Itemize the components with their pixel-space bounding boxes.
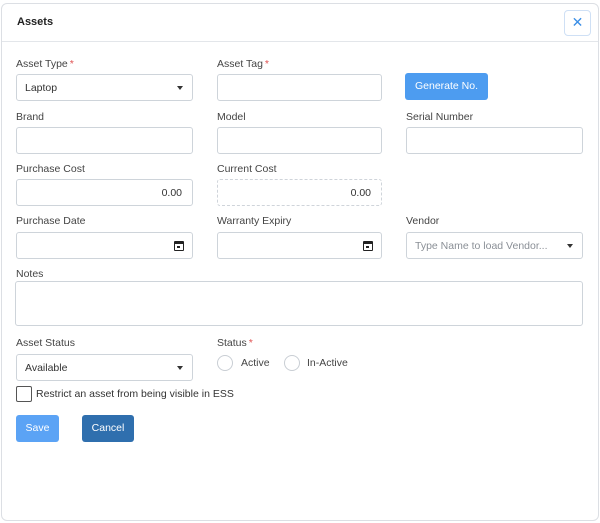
chevron-down-icon — [177, 86, 183, 90]
notes-textarea[interactable] — [15, 281, 583, 326]
asset-tag-label: Asset Tag * — [217, 58, 270, 70]
model-label: Model — [217, 111, 246, 123]
purchase-cost-value: 0.00 — [161, 187, 182, 199]
calendar-icon[interactable] — [363, 241, 373, 251]
warranty-expiry-label: Warranty Expiry — [217, 215, 292, 227]
asset-type-label: Asset Type * — [16, 58, 74, 70]
chevron-down-icon — [177, 366, 183, 370]
warranty-expiry-input[interactable] — [217, 232, 382, 259]
generate-number-button[interactable]: Generate No. — [405, 73, 488, 100]
purchase-date-label: Purchase Date — [16, 215, 86, 227]
purchase-cost-label: Purchase Cost — [16, 163, 85, 175]
cancel-button[interactable]: Cancel — [82, 415, 134, 442]
status-active-radio[interactable] — [217, 355, 233, 371]
current-cost-value: 0.00 — [350, 187, 371, 199]
brand-label: Brand — [16, 111, 45, 123]
vendor-label: Vendor — [406, 215, 440, 227]
current-cost-label: Current Cost — [217, 163, 277, 175]
asset-tag-input[interactable] — [217, 74, 382, 101]
asset-type-value: Laptop — [25, 82, 58, 94]
status-active-label[interactable]: Active — [241, 357, 270, 369]
current-cost-field: 0.00 — [217, 179, 382, 206]
modal-header: Assets ✕ — [2, 4, 598, 42]
required-marker: * — [248, 337, 253, 349]
model-input[interactable] — [217, 127, 382, 154]
chevron-down-icon — [567, 244, 573, 248]
purchase-cost-input[interactable]: 0.00 — [16, 179, 193, 206]
notes-label: Notes — [16, 268, 44, 280]
close-icon: ✕ — [571, 14, 584, 30]
status-label: Status * — [217, 337, 253, 349]
restrict-ess-label[interactable]: Restrict an asset from being visible in … — [36, 388, 234, 400]
asset-status-value: Available — [25, 362, 68, 374]
asset-status-select[interactable]: Available — [16, 354, 193, 381]
restrict-ess-checkbox[interactable] — [16, 386, 32, 402]
asset-status-label: Asset Status — [16, 337, 75, 349]
required-marker: * — [264, 58, 270, 70]
calendar-icon[interactable] — [174, 241, 184, 251]
brand-input[interactable] — [16, 127, 193, 154]
close-button[interactable]: ✕ — [564, 10, 591, 36]
vendor-placeholder: Type Name to load Vendor... — [415, 240, 548, 252]
save-button[interactable]: Save — [16, 415, 59, 442]
vendor-select[interactable]: Type Name to load Vendor... — [406, 232, 583, 259]
asset-type-select[interactable]: Laptop — [16, 74, 193, 101]
status-inactive-radio[interactable] — [284, 355, 300, 371]
serial-number-label: Serial Number — [406, 111, 474, 123]
purchase-date-input[interactable] — [16, 232, 193, 259]
modal-title: Assets — [17, 16, 54, 28]
required-marker: * — [69, 58, 74, 70]
status-inactive-label[interactable]: In-Active — [307, 357, 348, 369]
serial-number-input[interactable] — [406, 127, 583, 154]
